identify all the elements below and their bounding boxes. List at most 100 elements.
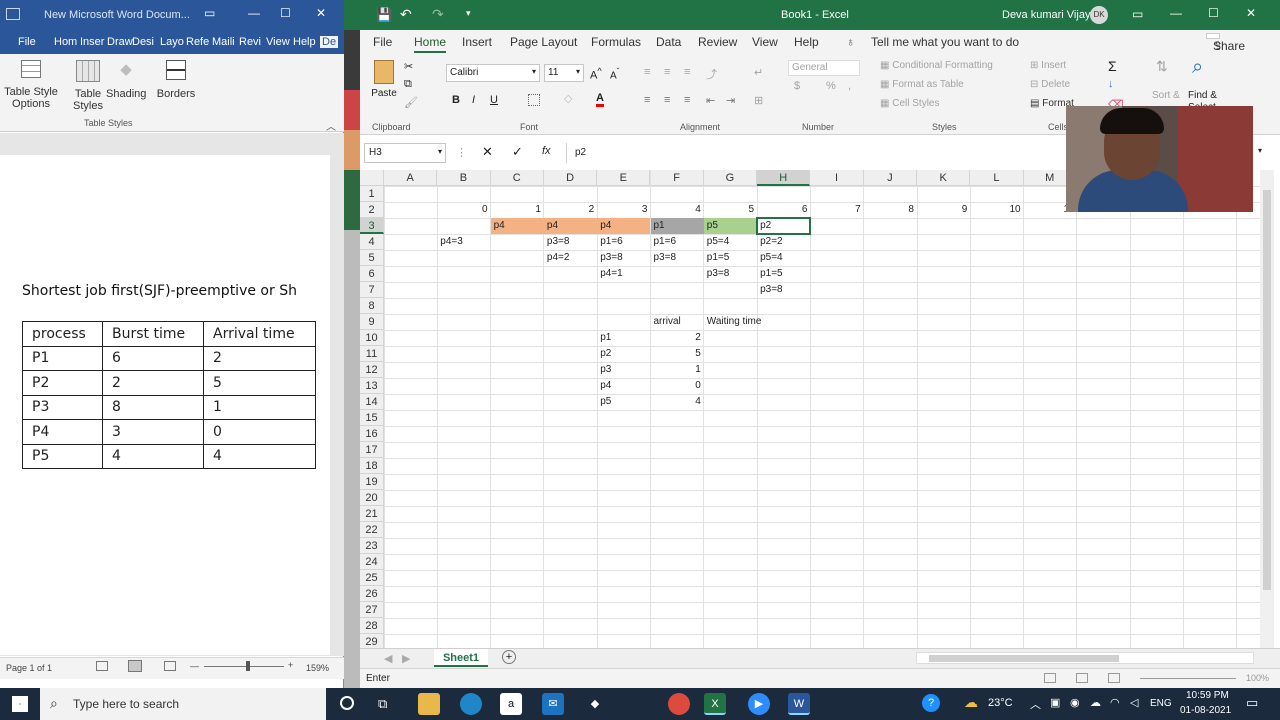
table-cell[interactable]: 2: [102, 370, 204, 396]
print-layout-icon[interactable]: [128, 660, 142, 672]
conditional-formatting-button[interactable]: ▦ Conditional Formatting: [880, 60, 993, 71]
clock-time[interactable]: 10:59 PM: [1186, 690, 1229, 701]
underline-icon[interactable]: U: [490, 94, 498, 106]
table-cell[interactable]: P1: [22, 345, 103, 371]
table-header-cell[interactable]: Arrival time: [203, 321, 316, 347]
row-header[interactable]: 21: [360, 506, 384, 522]
process-table[interactable]: process Burst time Arrival time P1 6 2 P2 2…: [22, 321, 316, 469]
name-box[interactable]: H3 ▾: [364, 143, 446, 163]
insert-cells-button[interactable]: ⊞ Insert: [1030, 60, 1066, 71]
timeline-number[interactable]: 3: [597, 202, 650, 218]
column-header[interactable]: H: [757, 170, 811, 186]
prev-sheet-icon[interactable]: ◀: [384, 652, 392, 665]
amazon-icon[interactable]: a: [500, 693, 522, 715]
row-header[interactable]: 15: [360, 410, 384, 426]
row-header[interactable]: 3: [360, 218, 384, 234]
table-cell[interactable]: 5: [203, 370, 316, 396]
waiting-time-header[interactable]: Waiting time: [704, 314, 762, 330]
save-icon[interactable]: 💾: [376, 7, 392, 23]
format-as-table-button[interactable]: ▦ Format as Table: [880, 79, 964, 90]
word-tab-home[interactable]: Hom: [54, 36, 77, 48]
sheet-tab[interactable]: Sheet1: [434, 649, 488, 667]
weather-icon[interactable]: ☁: [964, 694, 978, 711]
align-bottom-icon[interactable]: ≡: [684, 66, 690, 78]
borders-button[interactable]: Borders: [156, 60, 196, 100]
table-cell[interactable]: 6: [102, 345, 204, 371]
gantt-cell[interactable]: p4: [543, 218, 598, 234]
page-break-view-icon[interactable]: [1108, 673, 1120, 683]
zoom-slider[interactable]: [204, 666, 284, 667]
row-header[interactable]: 27: [360, 602, 384, 618]
row-header[interactable]: 8: [360, 298, 384, 314]
zoom-slider-thumb[interactable]: [246, 661, 250, 671]
table-cell[interactable]: 1: [203, 394, 316, 420]
row-header[interactable]: 13: [360, 378, 384, 394]
row-header[interactable]: 25: [360, 570, 384, 586]
cell-styles-button[interactable]: ▦ Cell Styles: [880, 98, 939, 109]
comma-icon[interactable]: ,: [848, 80, 851, 92]
timeline-number[interactable]: 10: [970, 202, 1023, 218]
wrap-text-icon[interactable]: ↵: [754, 66, 763, 79]
word-tab-draw[interactable]: Draw: [107, 36, 133, 48]
excel-tab-home[interactable]: Home: [414, 35, 447, 53]
redo-icon[interactable]: ↷: [432, 6, 444, 23]
timeline-number[interactable]: 9: [917, 202, 970, 218]
table-style-options-button[interactable]: Table Style Options: [4, 60, 58, 110]
volume-icon[interactable]: ◁: [1130, 696, 1138, 709]
row-header[interactable]: 20: [360, 490, 384, 506]
timeline-number[interactable]: 5: [704, 202, 757, 218]
arrival-header[interactable]: arrival: [651, 314, 704, 330]
table-cell[interactable]: 4: [203, 443, 316, 469]
column-header[interactable]: B: [437, 170, 491, 186]
timeline-number[interactable]: 4: [651, 202, 704, 218]
column-header[interactable]: L: [970, 170, 1024, 186]
delete-cells-button[interactable]: ⊟ Delete: [1030, 79, 1070, 90]
help-icon[interactable]: ?: [922, 694, 940, 712]
customize-qat-icon[interactable]: ▾: [466, 8, 471, 19]
row-header[interactable]: 18: [360, 458, 384, 474]
arrival-cell[interactable]: 4: [651, 394, 704, 410]
clock-date[interactable]: 01-08-2021: [1180, 705, 1231, 716]
table-cell[interactable]: 3: [102, 419, 204, 445]
excel-tab-view[interactable]: View: [752, 35, 778, 49]
table-cell[interactable]: P5: [22, 443, 103, 469]
cell[interactable]: p1=6: [597, 234, 650, 250]
cancel-entry-icon[interactable]: ✕: [482, 144, 493, 160]
bold-icon[interactable]: B: [452, 94, 460, 106]
timeline-number[interactable]: 7: [810, 202, 863, 218]
excel-tab-insert[interactable]: Insert: [462, 35, 492, 49]
percent-icon[interactable]: %: [826, 80, 836, 92]
word-tab-table-design[interactable]: De: [320, 36, 339, 48]
timeline-number[interactable]: 2: [544, 202, 597, 218]
column-header[interactable]: A: [384, 170, 438, 186]
maximize-icon[interactable]: ☐: [280, 6, 291, 20]
sort-filter-label[interactable]: Sort &: [1152, 90, 1180, 101]
row-header[interactable]: 10: [360, 330, 384, 346]
cell[interactable]: p3=8: [651, 250, 704, 266]
tell-me-search[interactable]: Tell me what you want to do: [871, 35, 1019, 49]
temperature[interactable]: 23°C: [988, 697, 1013, 709]
arrival-cell[interactable]: 0: [651, 378, 704, 394]
next-sheet-icon[interactable]: ▶: [402, 652, 410, 665]
excel-tab-page-layout[interactable]: Page Layout: [510, 35, 577, 49]
excel-tab-data[interactable]: Data: [656, 35, 681, 49]
confirm-entry-icon[interactable]: ✓: [512, 144, 523, 160]
row-header[interactable]: 6: [360, 266, 384, 282]
zoom-app-icon[interactable]: ▶: [748, 693, 770, 715]
row-header[interactable]: 23: [360, 538, 384, 554]
increase-indent-icon[interactable]: ⇥: [726, 94, 735, 107]
number-format-select[interactable]: General: [788, 60, 860, 76]
web-layout-icon[interactable]: [164, 661, 176, 671]
gantt-cell[interactable]: p1: [650, 218, 704, 234]
borders-icon[interactable]: [528, 94, 540, 106]
excel-tab-formulas[interactable]: Formulas: [591, 35, 641, 49]
timeline-number[interactable]: 6: [757, 202, 810, 218]
cell[interactable]: p4=1: [597, 266, 650, 282]
table-cell[interactable]: P4: [22, 419, 103, 445]
gantt-cell[interactable]: p5: [703, 218, 758, 234]
taskbar-search[interactable]: ⌕ Type here to search: [40, 688, 326, 720]
cell[interactable]: p1=5: [757, 266, 810, 282]
insert-function-icon[interactable]: fx: [542, 145, 551, 157]
table-cell[interactable]: P2: [22, 370, 103, 396]
align-top-icon[interactable]: ≡: [644, 66, 650, 78]
